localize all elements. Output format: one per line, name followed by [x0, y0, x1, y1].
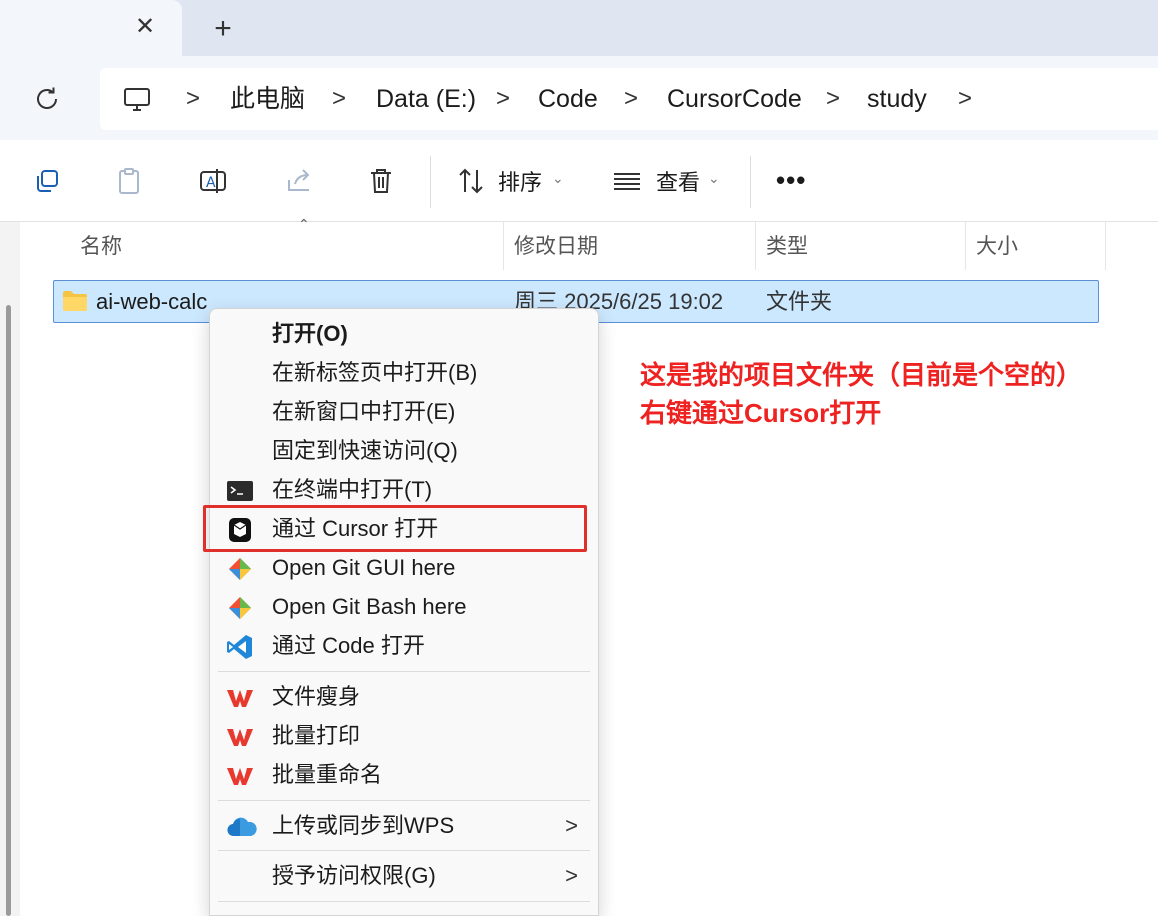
sort-button[interactable]: 排序 [498, 168, 542, 198]
menu-separator [218, 800, 590, 801]
menu-item-pin-quick-access[interactable]: 固定到快速访问(Q) [210, 432, 598, 471]
breadcrumb-separator[interactable]: > [958, 82, 972, 116]
command-bar: A 排序 ⌄ 查看 ⌄ ••• [0, 140, 1158, 222]
column-divider[interactable] [1105, 222, 1106, 270]
view-button[interactable]: 查看 [656, 168, 700, 198]
menu-item-batch-print[interactable]: 批量打印 [210, 717, 598, 756]
tab-strip: ✕ + [0, 0, 1158, 56]
git-gui-icon [226, 556, 254, 582]
menu-item-label: 批量打印 [272, 723, 361, 748]
menu-item-open[interactable]: 打开(O) [210, 315, 598, 354]
menu-item-open-new-window[interactable]: 在新窗口中打开(E) [210, 393, 598, 432]
breadcrumb-separator[interactable]: > [332, 82, 346, 116]
vscode-icon [226, 634, 254, 660]
menu-item-label: 文件瘦身 [272, 684, 361, 709]
refresh-icon[interactable] [32, 84, 62, 114]
menu-item-label: 打开(O) [272, 321, 348, 346]
paste-icon[interactable] [114, 166, 144, 196]
column-header-name[interactable]: 名称 [80, 232, 122, 262]
git-bash-icon [226, 595, 254, 621]
annotation-highlight-box [203, 505, 587, 552]
menu-separator [218, 850, 590, 851]
column-header-modified[interactable]: 修改日期 [514, 232, 598, 262]
chevron-down-icon[interactable]: ⌄ [708, 170, 720, 187]
toolbar-divider [750, 156, 751, 208]
this-pc-icon[interactable] [122, 85, 152, 115]
menu-item-label: Open Git Bash here [272, 594, 467, 619]
column-header-size[interactable]: 大小 [976, 232, 1018, 262]
menu-item-open-new-tab[interactable]: 在新标签页中打开(B) [210, 354, 598, 393]
menu-item-label: 在新窗口中打开(E) [272, 399, 456, 424]
menu-item-label: 批量重命名 [272, 762, 383, 787]
breadcrumb-study[interactable]: study [867, 82, 927, 116]
file-type: 文件夹 [766, 289, 833, 314]
menu-item-git-bash[interactable]: Open Git Bash here [210, 588, 598, 627]
column-divider[interactable] [755, 222, 756, 270]
scrollbar[interactable] [6, 305, 11, 916]
menu-item-upload-wps[interactable]: 上传或同步到WPS > [210, 807, 598, 846]
wps-icon [226, 685, 254, 711]
svg-text:A: A [206, 175, 216, 191]
menu-item-label: 在终端中打开(T) [272, 477, 433, 502]
breadcrumb-cursorcode[interactable]: CursorCode [667, 82, 802, 116]
menu-item-label: 授予访问权限(G) [272, 863, 436, 888]
wps-icon [226, 763, 254, 789]
menu-item-file-slim[interactable]: 文件瘦身 [210, 678, 598, 717]
breadcrumb-separator[interactable]: > [826, 82, 840, 116]
chevron-down-icon[interactable]: ⌄ [552, 170, 564, 187]
menu-item-open-vscode[interactable]: 通过 Code 打开 [210, 627, 598, 666]
delete-icon[interactable] [366, 166, 396, 196]
annotation-line-1: 这是我的项目文件夹（目前是个空的） [640, 360, 1083, 390]
menu-item-label: 通过 Code 打开 [272, 633, 425, 658]
share-icon[interactable] [284, 166, 314, 196]
address-bar[interactable]: > 此电脑 > Data (E:) > Code > CursorCode > … [100, 68, 1158, 130]
rename-icon[interactable]: A [198, 166, 228, 196]
menu-separator [218, 671, 590, 672]
active-tab[interactable]: ✕ [0, 0, 182, 56]
annotation-line-2: 右键通过Cursor打开 [640, 398, 882, 428]
column-header-type[interactable]: 类型 [766, 232, 808, 262]
tab-close-button[interactable]: ✕ [132, 14, 158, 40]
column-header-row: ⌃ 名称 修改日期 类型 大小 [20, 216, 1158, 272]
menu-item-grant-access[interactable]: 授予访问权限(G) > [210, 857, 598, 896]
terminal-icon [226, 478, 254, 504]
wps-icon [226, 724, 254, 750]
more-options-button[interactable]: ••• [776, 167, 806, 193]
breadcrumb-drive[interactable]: Data (E:) [376, 82, 476, 116]
breadcrumb-separator[interactable]: > [624, 82, 638, 116]
breadcrumb-code[interactable]: Code [538, 82, 598, 116]
sort-icon[interactable] [456, 166, 486, 196]
menu-item-batch-rename[interactable]: 批量重命名 [210, 756, 598, 795]
menu-separator [218, 901, 590, 902]
toolbar-divider [430, 156, 431, 208]
file-name[interactable]: ai-web-calc [96, 287, 207, 317]
cloud-icon [226, 814, 257, 840]
menu-item-label: 上传或同步到WPS [272, 813, 455, 838]
chevron-right-icon: > [565, 863, 578, 888]
breadcrumb-this-pc[interactable]: 此电脑 [230, 82, 305, 116]
column-divider[interactable] [503, 222, 504, 270]
annotation-text: 这是我的项目文件夹（目前是个空的） 右键通过Cursor打开 [640, 356, 1140, 432]
new-tab-button[interactable]: + [208, 14, 238, 45]
breadcrumb-separator[interactable]: > [496, 82, 510, 116]
context-menu: 打开(O) 在新标签页中打开(B) 在新窗口中打开(E) 固定到快速访问(Q) … [209, 308, 599, 916]
folder-icon [62, 290, 88, 312]
chevron-right-icon: > [565, 813, 578, 838]
column-divider[interactable] [965, 222, 966, 270]
address-row: > 此电脑 > Data (E:) > Code > CursorCode > … [0, 56, 1158, 140]
view-icon[interactable] [612, 166, 642, 196]
breadcrumb-separator[interactable]: > [186, 82, 200, 116]
menu-item-git-gui[interactable]: Open Git GUI here [210, 549, 598, 588]
sort-indicator-icon: ⌃ [298, 216, 310, 232]
menu-item-label: 固定到快速访问(Q) [272, 438, 458, 463]
menu-item-label: 在新标签页中打开(B) [272, 360, 478, 385]
copy-icon[interactable] [32, 166, 62, 196]
menu-item-label: Open Git GUI here [272, 555, 456, 580]
